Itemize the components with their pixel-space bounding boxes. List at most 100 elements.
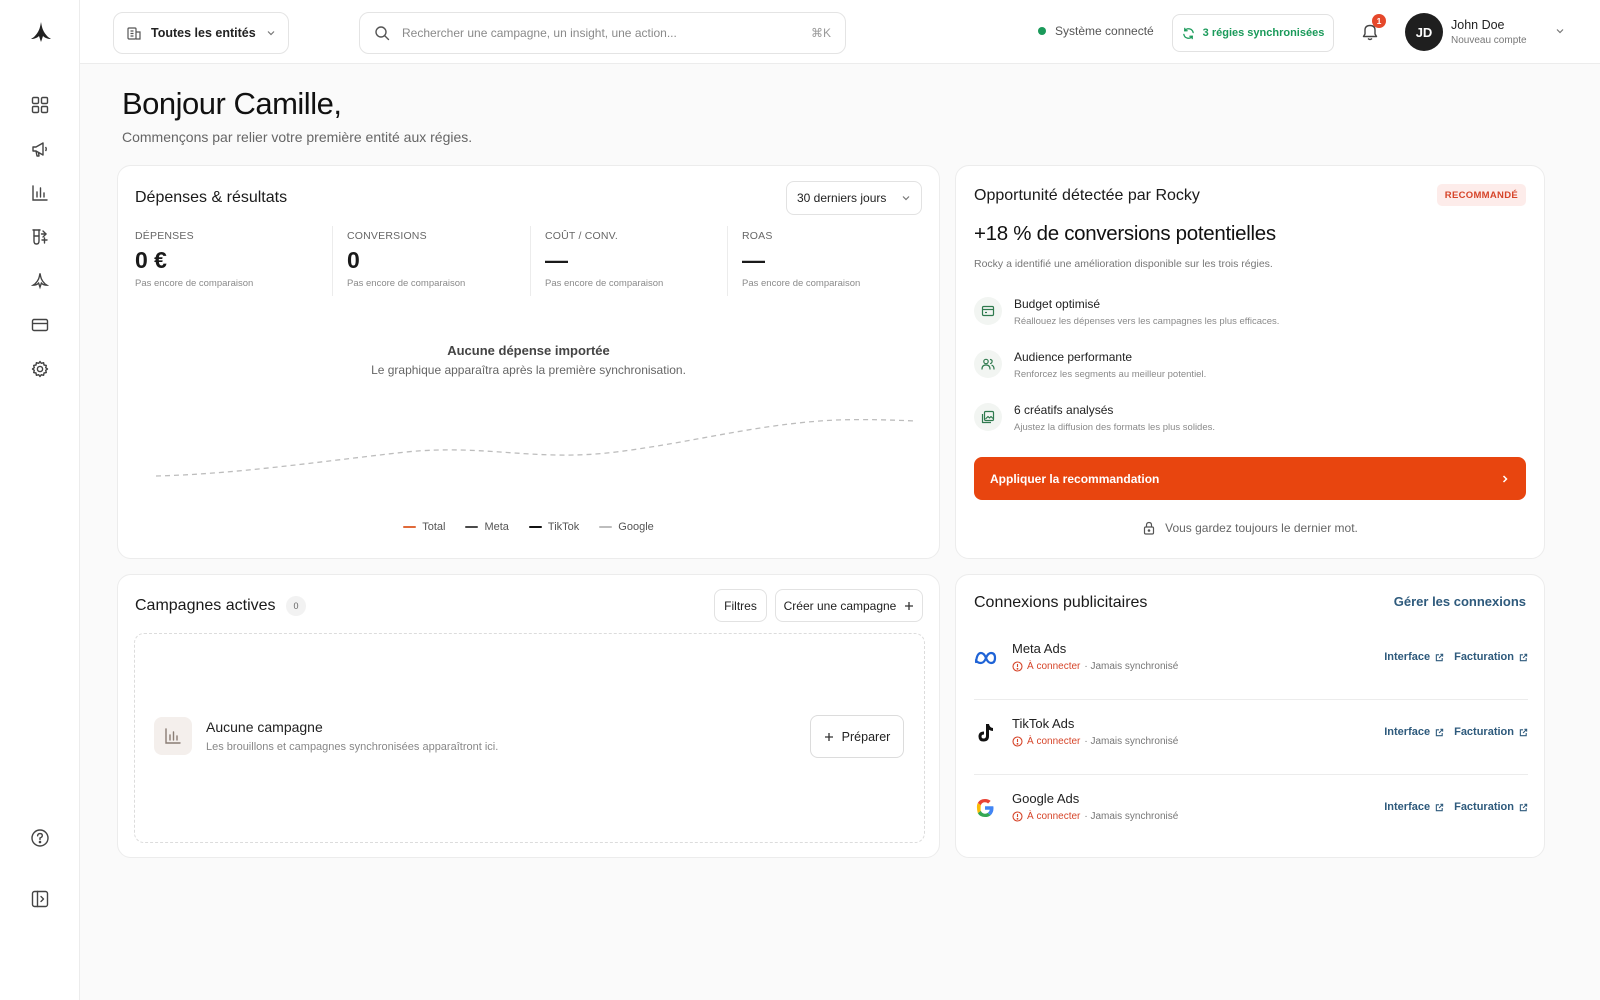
- connection-name: TikTok Ads: [1012, 716, 1075, 731]
- help-icon[interactable]: [29, 827, 51, 849]
- interface-link[interactable]: Interface: [1384, 801, 1444, 813]
- empty-campaigns-title: Aucune campagne: [206, 719, 323, 735]
- opportunity-item-desc: Renforcez les segments au meilleur poten…: [1014, 369, 1207, 380]
- spend-card-title: Dépenses & résultats: [135, 189, 288, 206]
- kpi-spend: DÉPENSES 0 € Pas encore de comparaison: [135, 230, 253, 296]
- legend-label: TikTok: [547, 521, 580, 533]
- opportunity-card: Opportunité détectée par Rocky RECOMMAND…: [955, 165, 1545, 559]
- external-link-icon: [1519, 728, 1528, 736]
- opportunity-item-title: Audience performante: [1014, 350, 1133, 364]
- rocky-icon[interactable]: [29, 270, 51, 292]
- connection-status: À connecter · Jamais synchronisé: [1012, 661, 1178, 672]
- chart-empty-subtitle: Le graphique apparaîtra après la premièr…: [371, 363, 686, 377]
- empty-campaigns-desc: Les brouillons et campagnes synchronisée…: [206, 741, 499, 753]
- prepare-button[interactable]: Préparer: [810, 715, 904, 758]
- system-status: Système connecté: [1038, 24, 1154, 38]
- kpi-roas: ROAS — Pas encore de comparaison: [742, 230, 860, 296]
- sync-status-pill[interactable]: 3 régies synchronisées: [1172, 14, 1334, 52]
- final-say-text: Vous gardez toujours le dernier mot.: [1165, 521, 1358, 535]
- connection-name: Meta Ads: [1012, 641, 1067, 656]
- search-bar[interactable]: ⌘K: [359, 12, 846, 54]
- rocky-logo[interactable]: [28, 20, 54, 46]
- page-subtitle: Commençons par relier votre première ent…: [122, 129, 473, 145]
- user-subtitle: Nouveau compte: [1451, 35, 1527, 46]
- images-icon: [974, 403, 1002, 431]
- ad-connections-card: Connexions publicitaires Gérer les conne…: [955, 574, 1545, 858]
- interface-link[interactable]: Interface: [1384, 726, 1444, 738]
- apply-recommendation-button[interactable]: Appliquer la recommandation: [974, 457, 1526, 500]
- legend-swatch: [465, 526, 479, 528]
- opportunity-item: Budget optimisé Réallouez les dépenses v…: [974, 297, 1279, 327]
- status-dot: [1038, 27, 1046, 35]
- entity-selector[interactable]: Toutes les entités: [113, 12, 289, 54]
- manage-connections-link[interactable]: Gérer les connexions: [1394, 594, 1526, 609]
- connection-status-label: À connecter: [1027, 736, 1081, 747]
- gear-icon[interactable]: [29, 358, 51, 380]
- kpi-divider: [530, 226, 531, 296]
- connection-status-label: À connecter: [1027, 811, 1081, 822]
- chevron-down-icon: [902, 196, 910, 201]
- flask-icon[interactable]: [29, 226, 51, 248]
- billing-link-label: Facturation: [1454, 651, 1514, 663]
- dashboard-icon[interactable]: [29, 94, 51, 116]
- kpi-note: Pas encore de comparaison: [347, 278, 466, 289]
- kpi-label: ROAS: [742, 230, 773, 242]
- alert-circle-icon: [1012, 661, 1023, 672]
- active-campaigns-card: Campagnes actives 0 Filtres Créer une ca…: [117, 574, 940, 858]
- connection-status-label: À connecter: [1027, 661, 1081, 672]
- kpi-value: 0: [347, 247, 360, 273]
- filters-button[interactable]: Filtres: [714, 589, 767, 622]
- opportunity-item-desc: Ajustez la diffusion des formats les plu…: [1014, 422, 1216, 433]
- external-link-icon: [1435, 728, 1444, 736]
- account-menu[interactable]: JD John Doe Nouveau compte: [1405, 12, 1565, 52]
- spend-results-card: Dépenses & résultats 30 derniers jours D…: [117, 165, 940, 559]
- legend-swatch: [599, 526, 613, 528]
- billing-link[interactable]: Facturation: [1454, 651, 1528, 663]
- opportunity-item-desc: Réallouez les dépenses vers les campagne…: [1014, 316, 1280, 327]
- search-shortcut: ⌘K: [810, 26, 831, 40]
- kpi-note: Pas encore de comparaison: [742, 278, 861, 289]
- alert-circle-icon: [1012, 736, 1023, 747]
- plus-icon: [824, 732, 833, 741]
- kpi-value: 0 €: [135, 247, 167, 273]
- connection-name: Google Ads: [1012, 791, 1080, 806]
- megaphone-icon[interactable]: [29, 138, 51, 160]
- period-selector[interactable]: 30 derniers jours: [786, 181, 922, 215]
- legend-item-total: Total: [403, 521, 445, 533]
- opportunity-item-title: 6 créatifs analysés: [1014, 403, 1114, 417]
- meta-logo-icon: [974, 647, 997, 669]
- building-icon: [127, 27, 141, 40]
- chart-empty-title: Aucune dépense importée: [447, 343, 610, 358]
- users-icon: [974, 350, 1002, 378]
- final-say-note: Vous gardez toujours le dernier mot.: [956, 521, 1544, 535]
- connection-sync-label: · Jamais synchronisé: [1084, 661, 1179, 672]
- create-campaign-button[interactable]: Créer une campagne: [775, 589, 923, 622]
- legend-label: Google: [618, 521, 654, 533]
- lock-icon: [1144, 521, 1155, 535]
- refresh-icon: [1182, 27, 1194, 39]
- billing-link[interactable]: Facturation: [1454, 726, 1528, 738]
- billing-link[interactable]: Facturation: [1454, 801, 1528, 813]
- alert-circle-icon: [1012, 811, 1023, 822]
- legend-swatch: [403, 526, 417, 528]
- bar-chart-icon[interactable]: [29, 182, 51, 204]
- credit-card-icon[interactable]: [29, 314, 51, 336]
- search-icon: [375, 26, 390, 41]
- search-input[interactable]: [402, 26, 799, 40]
- kpi-label: COÛT / CONV.: [545, 230, 618, 242]
- bar-chart-icon: [154, 717, 192, 755]
- opportunity-item: Audience performante Renforcez les segme…: [974, 350, 1206, 380]
- connection-status: À connecter · Jamais synchronisé: [1012, 811, 1178, 822]
- interface-link[interactable]: Interface: [1384, 651, 1444, 663]
- legend-swatch: [528, 526, 542, 528]
- connection-row-meta: Meta Ads À connecter · Jamais synchronis…: [974, 625, 1528, 697]
- entity-selector-label: Toutes les entités: [151, 26, 256, 40]
- kpi-divider: [727, 226, 728, 296]
- collapse-sidebar-icon[interactable]: [29, 888, 51, 910]
- connection-sync-label: · Jamais synchronisé: [1084, 736, 1179, 747]
- chart-legend: Total Meta TikTok Google: [118, 521, 939, 533]
- kpi-conversions: CONVERSIONS 0 Pas encore de comparaison: [347, 230, 465, 296]
- opportunity-title: Opportunité détectée par Rocky: [974, 187, 1200, 204]
- kpi-cost-per-conversion: COÛT / CONV. — Pas encore de comparaison: [545, 230, 663, 296]
- plus-icon: [905, 601, 914, 610]
